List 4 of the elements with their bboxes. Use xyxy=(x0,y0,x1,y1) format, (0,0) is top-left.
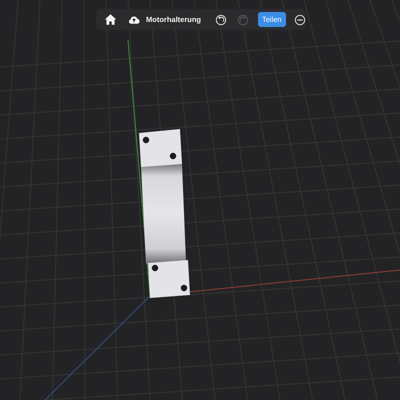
home-icon[interactable] xyxy=(104,13,117,26)
cloud-icon[interactable] xyxy=(128,14,140,26)
more-icon[interactable] xyxy=(294,14,306,26)
undo-icon[interactable] xyxy=(215,14,227,26)
